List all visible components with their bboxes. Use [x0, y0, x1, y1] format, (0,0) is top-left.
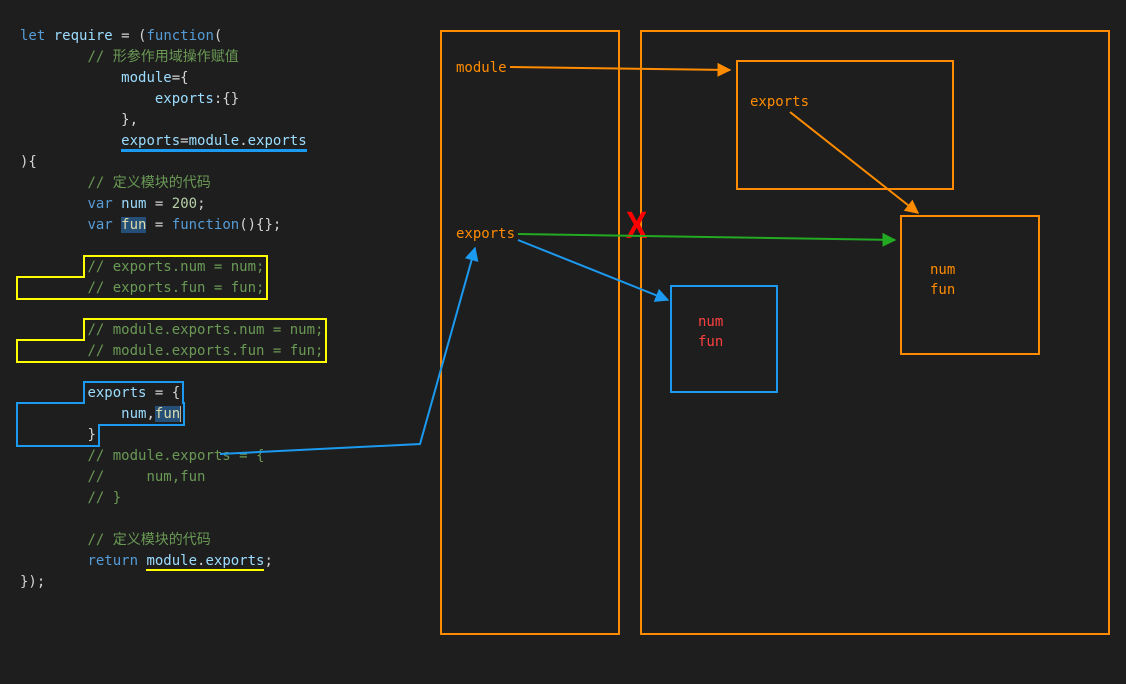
comment: // 定义模块的代码: [87, 175, 210, 191]
comment: // 形参作用域操作赋值: [87, 49, 238, 65]
label-fun-red: fun: [698, 332, 723, 353]
label-exports-inner: exports: [750, 92, 809, 113]
exports-assignment-underlined: exports=module.exports: [121, 133, 306, 152]
keyword-let: let: [20, 28, 45, 44]
label-num-orange: num: [930, 260, 955, 281]
keyword-function: function: [146, 28, 213, 44]
exports-object-box: [900, 215, 1040, 355]
label-num-red: num: [698, 312, 723, 333]
x-mark-icon: X: [626, 198, 648, 255]
yellow-box-2: // module.exports.num = num; // module.e…: [20, 322, 323, 359]
label-fun-orange: fun: [930, 280, 955, 301]
scope-box-left: [440, 30, 620, 635]
comment: // 定义模块的代码: [87, 532, 210, 548]
label-module: module: [456, 58, 507, 79]
module-object-box: [736, 60, 954, 190]
return-underlined: module.exports: [146, 553, 264, 571]
blue-box-exports: exports = { num,fun }: [20, 385, 181, 443]
label-exports-left: exports: [456, 224, 515, 245]
yellow-box-1: // exports.num = num; // exports.fun = f…: [20, 259, 264, 296]
new-object-box: [670, 285, 778, 393]
var-require: require: [54, 28, 113, 44]
code-block: let require = (function( // 形参作用域操作赋值 mo…: [20, 5, 323, 593]
